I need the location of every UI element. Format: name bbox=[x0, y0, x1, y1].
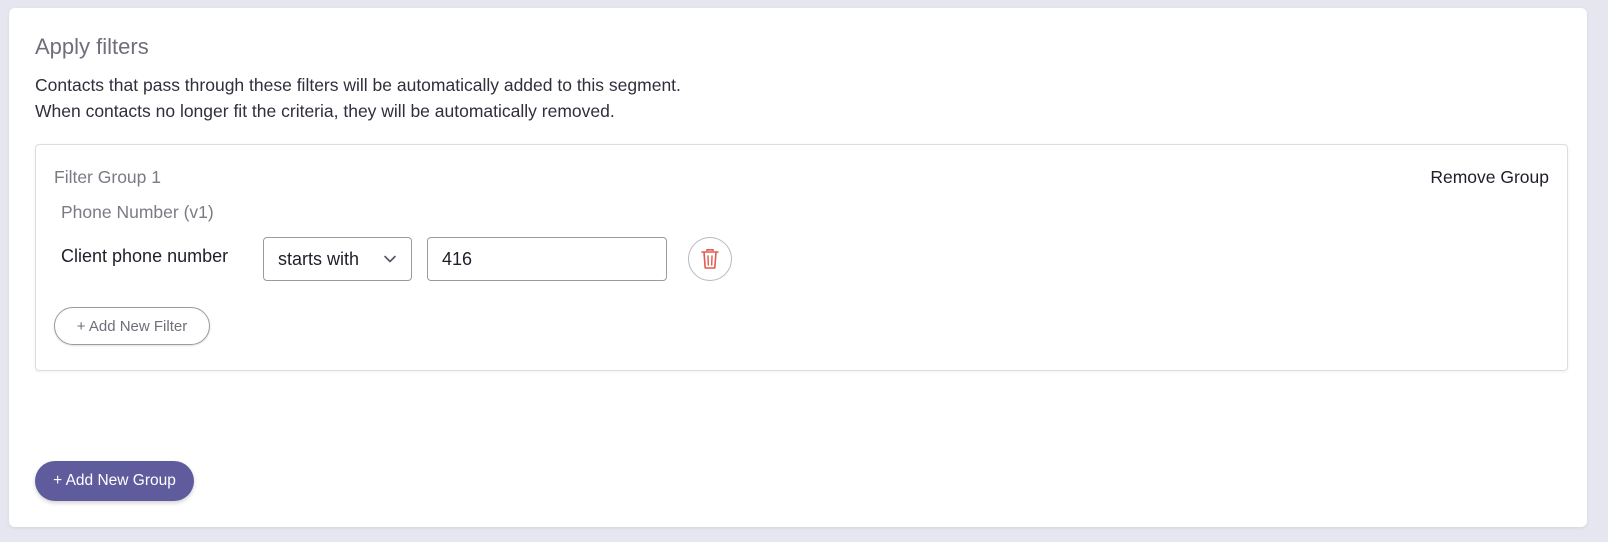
operator-select[interactable]: starts with bbox=[263, 237, 412, 281]
description-line-1: Contacts that pass through these filters… bbox=[35, 75, 681, 95]
add-new-group-button[interactable]: + Add New Group bbox=[35, 461, 194, 501]
page-title: Apply filters bbox=[35, 34, 149, 59]
description-line-2: When contacts no longer fit the criteria… bbox=[35, 101, 615, 121]
filter-category-label: Phone Number (v1) bbox=[61, 202, 214, 222]
filter-group-title: Filter Group 1 bbox=[54, 167, 161, 187]
add-new-filter-button[interactable]: + Add New Filter bbox=[54, 307, 210, 345]
remove-group-button[interactable]: Remove Group bbox=[1430, 167, 1549, 188]
chevron-down-icon bbox=[384, 255, 396, 263]
trash-icon bbox=[701, 249, 719, 269]
delete-filter-button[interactable] bbox=[688, 237, 732, 281]
operator-select-value: starts with bbox=[278, 248, 360, 269]
filter-group: Filter Group 1 Remove Group Phone Number… bbox=[35, 144, 1568, 371]
filter-field-label: Client phone number bbox=[61, 246, 229, 266]
segment-filters-card: Apply filters Contacts that pass through… bbox=[9, 8, 1587, 527]
filter-value-input[interactable] bbox=[427, 237, 667, 281]
